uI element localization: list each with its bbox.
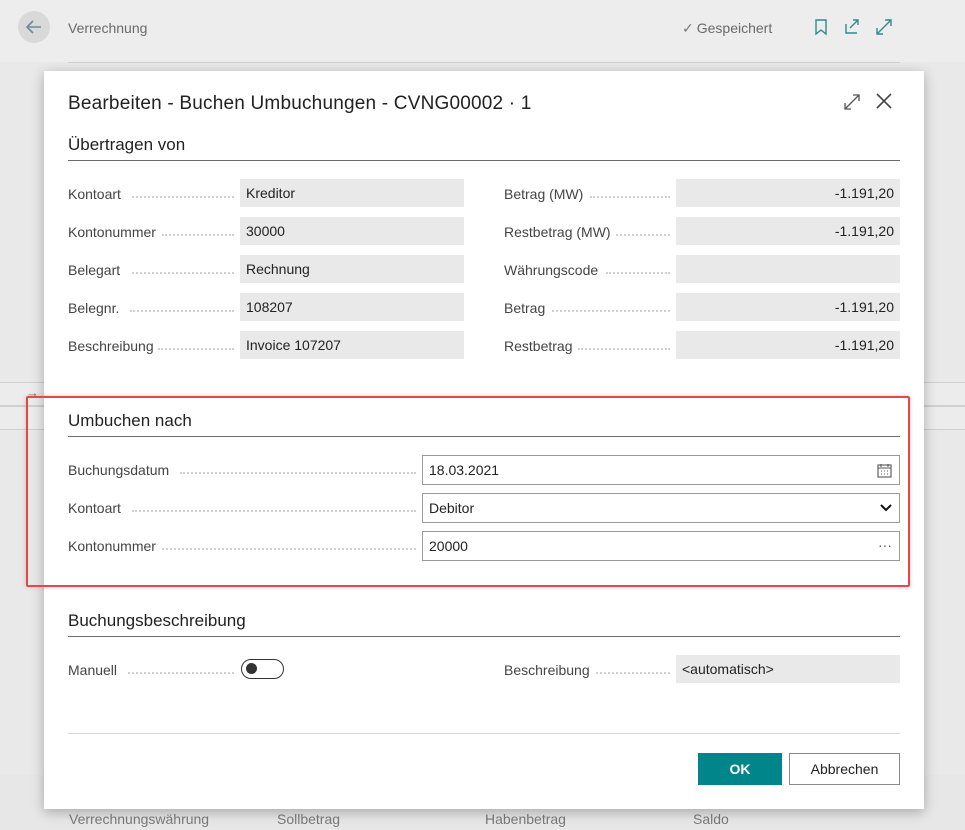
from-account-no-value: 30000 [240, 217, 464, 245]
leader-dots [128, 664, 234, 674]
from-remaining-lcy-value: -1.191,20 [676, 217, 900, 245]
leader-dots [180, 464, 416, 474]
page-title: Verrechnung [68, 20, 148, 36]
open-new-window-icon[interactable] [843, 18, 861, 36]
field-label: Kontonummer [68, 224, 156, 240]
chevron-down-icon[interactable] [880, 504, 892, 513]
saved-status: ✓ Gespeichert [682, 20, 773, 36]
bookmark-icon[interactable] [812, 18, 830, 36]
dialog-title: Bearbeiten - Buchen Umbuchungen - CVNG00… [68, 93, 532, 114]
field-label: Kontoart [68, 500, 121, 516]
column-header: Saldo [693, 811, 729, 827]
page-divider [68, 62, 900, 63]
leader-dots [552, 302, 670, 312]
expand-icon[interactable] [843, 93, 861, 111]
leader-dots [596, 664, 670, 674]
calendar-icon[interactable] [877, 463, 892, 478]
from-currency-code-value [676, 255, 900, 283]
lookup-ellipsis-icon[interactable]: ··· [878, 537, 892, 553]
expand-icon[interactable] [875, 18, 893, 36]
section-title-description: Buchungsbeschreibung [68, 611, 246, 630]
leader-dots [162, 540, 416, 550]
leader-dots [132, 188, 234, 198]
field-label: Beschreibung [504, 662, 590, 678]
from-amount-lcy-value: -1.191,20 [676, 179, 900, 207]
field-label: Belegnr. [68, 300, 120, 316]
back-button[interactable] [18, 11, 50, 43]
arrow-left-icon [25, 20, 41, 34]
column-header: Sollbetrag [277, 811, 341, 827]
field-label: Restbetrag [504, 338, 573, 354]
ok-button[interactable]: OK [698, 753, 782, 785]
posting-description-value: <automatisch> [676, 655, 900, 683]
leader-dots [162, 226, 234, 236]
leader-dots [616, 226, 670, 236]
field-label: Betrag (MW) [504, 186, 584, 202]
field-label: Manuell [68, 662, 118, 678]
section-title-to: Umbuchen nach [68, 411, 192, 430]
leader-dots [132, 502, 416, 512]
leader-dots [130, 302, 234, 312]
account-no-input[interactable]: 20000 ··· [422, 531, 900, 561]
section-divider [68, 160, 900, 161]
from-account-type-value: Kreditor [240, 179, 464, 207]
section-divider [68, 636, 900, 637]
from-doc-type-value: Rechnung [240, 255, 464, 283]
field-label: Belegart [68, 262, 121, 278]
check-icon: ✓ [682, 20, 694, 36]
leader-dots [578, 340, 670, 350]
field-label: Kontoart [68, 186, 121, 202]
footer-divider [68, 733, 900, 734]
account-type-select[interactable]: Debitor [422, 493, 900, 523]
field-label: Währungscode [504, 262, 599, 278]
posting-date-input[interactable]: 18.03.2021 [422, 455, 900, 485]
column-header: Habenbetrag [485, 811, 566, 827]
leader-dots [590, 188, 670, 198]
field-label: Buchungsdatum [68, 462, 170, 478]
field-label: Kontonummer [68, 538, 156, 554]
leader-dots [132, 264, 234, 274]
field-label: Betrag [504, 300, 546, 316]
section-title-from: Übertragen von [68, 135, 186, 154]
manual-toggle[interactable] [241, 659, 284, 679]
from-description-value: Invoice 107207 [240, 331, 464, 359]
leader-dots [606, 264, 670, 274]
close-icon[interactable] [874, 91, 894, 111]
from-doc-no-value: 108207 [240, 293, 464, 321]
toggle-knob [246, 663, 257, 674]
leader-dots [158, 340, 234, 350]
field-label: Restbetrag (MW) [504, 224, 611, 240]
cancel-button[interactable]: Abbrechen [789, 753, 900, 785]
edit-dialog: Bearbeiten - Buchen Umbuchungen - CVNG00… [26, 71, 924, 809]
column-header: Verrechnungswährung [69, 811, 210, 827]
section-divider [68, 436, 900, 437]
from-remaining-value: -1.191,20 [676, 331, 900, 359]
from-amount-value: -1.191,20 [676, 293, 900, 321]
field-label: Beschreibung [68, 338, 154, 354]
